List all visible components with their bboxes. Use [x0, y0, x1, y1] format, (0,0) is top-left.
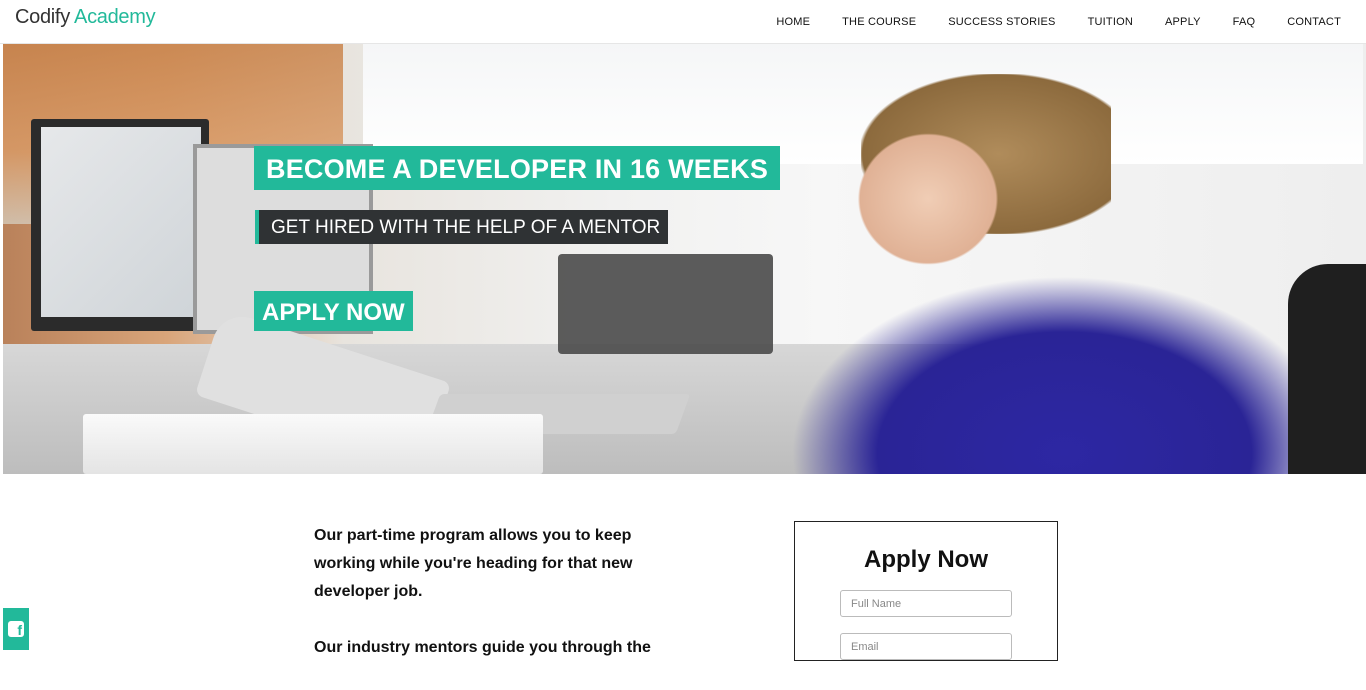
main-nav: HOME THE COURSE SUCCESS STORIES TUITION …	[744, 16, 1341, 28]
apply-form-title: Apply Now	[864, 546, 988, 573]
nav-home[interactable]: HOME	[776, 16, 810, 28]
facebook-tab[interactable]: f	[3, 608, 29, 650]
hero-papers	[83, 414, 543, 474]
program-description: Our part-time program allows you to keep…	[314, 522, 674, 690]
hero-banner	[3, 44, 1366, 474]
nav-success-stories[interactable]: SUCCESS STORIES	[948, 16, 1055, 28]
apply-form: Apply Now	[794, 521, 1058, 661]
logo-text-academy: Academy	[74, 6, 156, 28]
description-paragraph-1: Our part-time program allows you to keep…	[314, 527, 633, 600]
hero-monitor	[31, 119, 209, 331]
full-name-input[interactable]	[840, 590, 1012, 617]
nav-faq[interactable]: FAQ	[1233, 16, 1256, 28]
hero-chair	[1288, 264, 1366, 474]
nav-the-course[interactable]: THE COURSE	[842, 16, 916, 28]
site-logo[interactable]: Codify Academy	[15, 6, 156, 29]
hero-subline: GET HIRED WITH THE HELP OF A MENTOR	[255, 210, 669, 244]
nav-contact[interactable]: CONTACT	[1287, 16, 1341, 28]
hero-person-face	[848, 124, 1008, 274]
email-input[interactable]	[840, 633, 1012, 660]
nav-apply[interactable]: APPLY	[1165, 16, 1201, 28]
nav-tuition[interactable]: TUITION	[1088, 16, 1133, 28]
site-header: Codify Academy HOME THE COURSE SUCCESS S…	[0, 0, 1366, 44]
hero-headline: BECOME A DEVELOPER IN 16 WEEKS	[254, 146, 781, 190]
apply-now-button[interactable]: APPLY NOW	[254, 291, 413, 331]
description-paragraph-2: Our industry mentors guide you through t…	[314, 639, 651, 656]
logo-text-codify: Codify	[15, 6, 70, 28]
facebook-icon: f	[8, 621, 24, 638]
